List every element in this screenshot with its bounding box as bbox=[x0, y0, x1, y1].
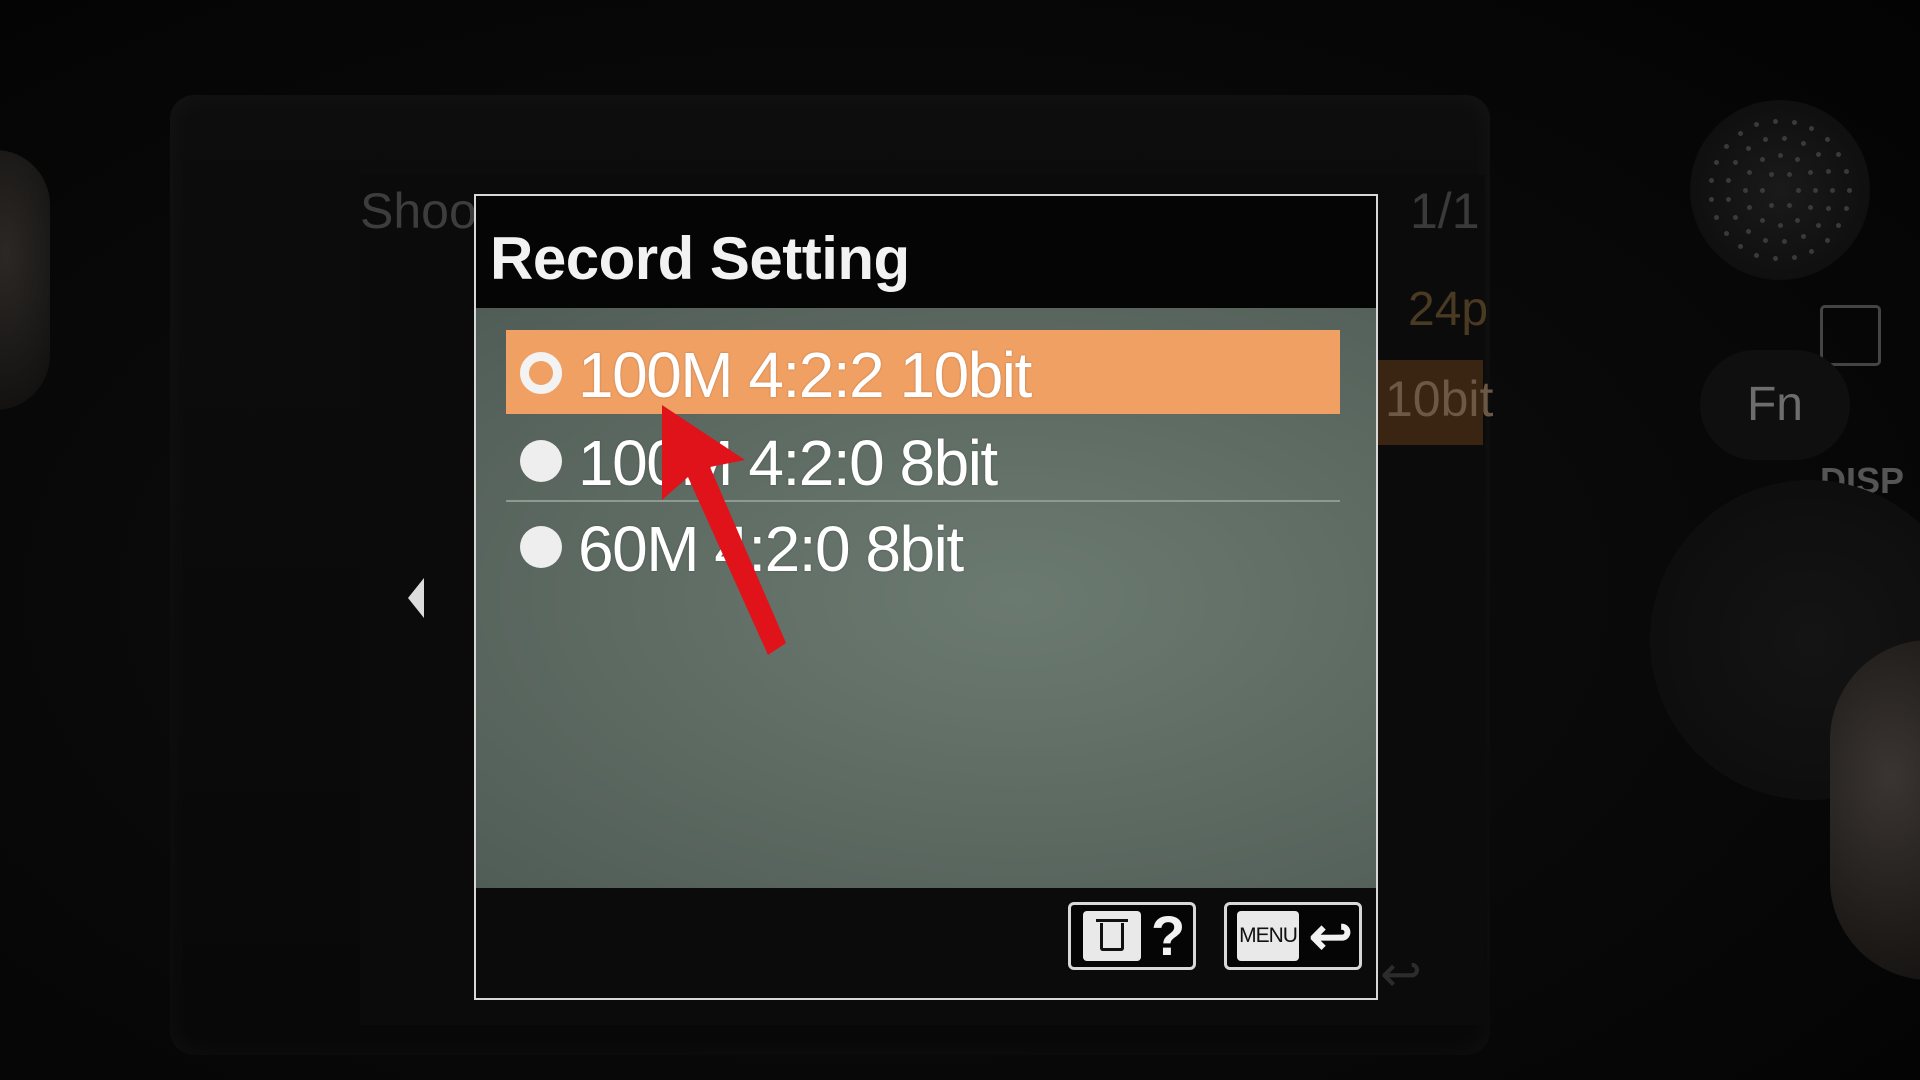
speaker-hole bbox=[1714, 160, 1720, 165]
background-frame-rate-value: 24p bbox=[1408, 283, 1489, 336]
trash-icon bbox=[1083, 911, 1141, 961]
speaker-hole bbox=[1737, 131, 1743, 137]
record-setting-dialog: Record Setting 100M 4:2:2 10bit 100M 4:2… bbox=[474, 194, 1378, 1000]
speaker-hole bbox=[1754, 122, 1760, 128]
menu-back-button[interactable]: MENU ↩ bbox=[1224, 902, 1362, 970]
radio-selected-icon bbox=[520, 352, 562, 394]
menu-key-icon: MENU bbox=[1237, 911, 1299, 961]
background-record-setting-value: 10bit bbox=[1385, 371, 1494, 427]
option-label: 100M 4:2:2 10bit bbox=[578, 339, 1032, 411]
speaker-hole bbox=[1777, 152, 1783, 158]
radio-unselected-icon bbox=[520, 526, 562, 568]
speaker-hole bbox=[1763, 237, 1769, 243]
speaker-hole bbox=[1812, 187, 1818, 193]
speaker-hole bbox=[1800, 234, 1806, 240]
speaker-hole bbox=[1714, 214, 1720, 220]
finger bbox=[1830, 640, 1920, 980]
speaker-hole bbox=[1786, 203, 1792, 209]
speaker-hole bbox=[1723, 143, 1729, 149]
speaker-hole bbox=[1768, 203, 1774, 209]
speaker-hole bbox=[1836, 223, 1842, 229]
speaker-hole bbox=[1836, 151, 1842, 157]
radio-unselected-icon bbox=[520, 440, 562, 482]
speaker-hole bbox=[1809, 126, 1815, 132]
speaker-hole bbox=[1791, 119, 1797, 125]
speaker-hole bbox=[1760, 217, 1765, 223]
red-pointer-arrow-icon bbox=[662, 405, 786, 655]
speaker-hole bbox=[1815, 152, 1821, 158]
option-60m-420-8bit[interactable]: 60M 4:2:0 8bit bbox=[506, 504, 1340, 588]
speaker-hole bbox=[1759, 187, 1765, 193]
left-arrow-icon[interactable] bbox=[408, 578, 424, 618]
speaker-hole bbox=[1807, 205, 1813, 210]
dialog-header: Record Setting bbox=[476, 196, 1376, 308]
option-100m-422-10bit[interactable]: 100M 4:2:2 10bit bbox=[506, 330, 1340, 414]
help-icon: ? bbox=[1151, 904, 1186, 967]
speaker-hole bbox=[1737, 243, 1743, 249]
speaker-hole bbox=[1747, 205, 1753, 210]
speaker-hole bbox=[1709, 196, 1715, 202]
speaker-hole bbox=[1786, 171, 1792, 177]
camera-back-scene: Shoot 1/1 24p 10bit ↩ Fn DISP Record Set… bbox=[0, 0, 1920, 1080]
speaker-hole bbox=[1763, 137, 1769, 143]
background-page-indicator: 1/1 bbox=[1410, 183, 1480, 239]
speaker-hole bbox=[1733, 214, 1739, 220]
speaker-hole bbox=[1824, 137, 1830, 143]
speaker-grille bbox=[1690, 100, 1870, 280]
exit-icon bbox=[1820, 305, 1881, 366]
options-list: 100M 4:2:2 10bit 100M 4:2:0 8bit 60M 4:2… bbox=[476, 308, 1376, 888]
speaker-hole bbox=[1824, 237, 1830, 243]
speaker-hole bbox=[1782, 135, 1788, 141]
speaker-hole bbox=[1723, 231, 1729, 237]
speaker-hole bbox=[1760, 157, 1765, 163]
speaker-hole bbox=[1846, 187, 1852, 193]
speaker-hole bbox=[1843, 206, 1849, 212]
speaker-hole bbox=[1825, 206, 1831, 212]
speaker-hole bbox=[1791, 255, 1797, 261]
speaker-hole bbox=[1768, 171, 1774, 177]
speaker-hole bbox=[1782, 239, 1788, 245]
background-back-icon: ↩ bbox=[1380, 946, 1422, 1002]
fn-button[interactable]: Fn bbox=[1700, 350, 1850, 460]
speaker-hole bbox=[1843, 168, 1849, 174]
background-menu-title: Shoot bbox=[360, 183, 491, 239]
delete-help-button[interactable]: ? bbox=[1068, 902, 1196, 970]
speaker-hole bbox=[1747, 170, 1753, 175]
speaker-hole bbox=[1709, 178, 1715, 184]
finger bbox=[0, 150, 50, 410]
speaker-hole bbox=[1777, 222, 1783, 228]
speaker-hole bbox=[1746, 228, 1752, 234]
speaker-hole bbox=[1742, 187, 1748, 193]
speaker-hole bbox=[1772, 118, 1778, 124]
speaker-hole bbox=[1815, 222, 1821, 228]
speaker-hole bbox=[1726, 197, 1732, 203]
speaker-hole bbox=[1733, 160, 1739, 166]
speaker-hole bbox=[1726, 177, 1732, 183]
speaker-hole bbox=[1772, 256, 1778, 262]
speaker-hole bbox=[1829, 187, 1835, 193]
speaker-hole bbox=[1795, 187, 1801, 193]
speaker-hole bbox=[1800, 140, 1806, 146]
dialog-footer: ? MENU ↩ bbox=[476, 888, 1376, 998]
speaker-hole bbox=[1825, 168, 1831, 174]
back-icon: ↩ bbox=[1309, 908, 1353, 966]
speaker-hole bbox=[1807, 170, 1813, 175]
speaker-hole bbox=[1754, 252, 1760, 258]
dialog-title: Record Setting bbox=[490, 225, 910, 292]
speaker-hole bbox=[1746, 146, 1752, 151]
speaker-hole bbox=[1809, 248, 1815, 254]
speaker-hole bbox=[1795, 157, 1800, 163]
option-100m-420-8bit[interactable]: 100M 4:2:0 8bit bbox=[506, 418, 1340, 502]
speaker-hole bbox=[1795, 217, 1800, 223]
